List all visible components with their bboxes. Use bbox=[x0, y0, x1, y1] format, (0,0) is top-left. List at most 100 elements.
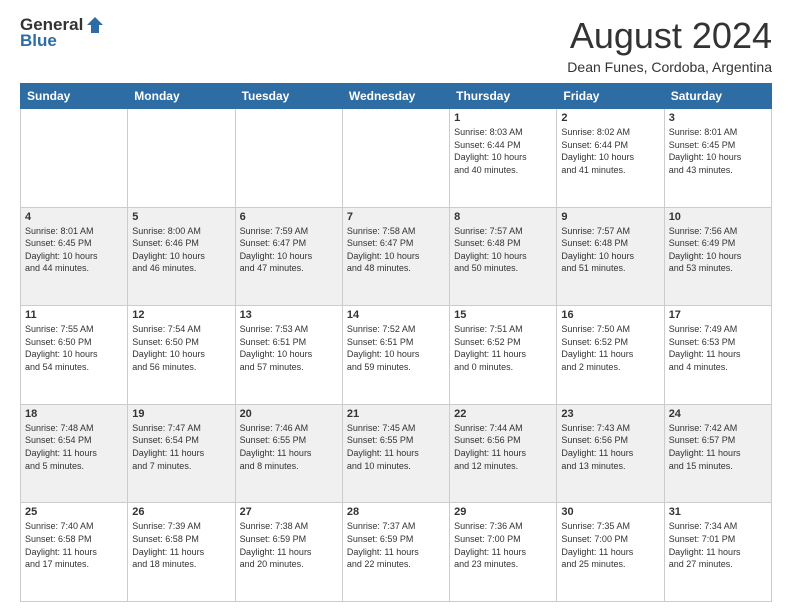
header-wednesday: Wednesday bbox=[342, 84, 449, 109]
calendar-cell: 4Sunrise: 8:01 AM Sunset: 6:45 PM Daylig… bbox=[21, 207, 128, 306]
day-info: Sunrise: 7:54 AM Sunset: 6:50 PM Dayligh… bbox=[132, 323, 230, 373]
day-number: 15 bbox=[454, 309, 552, 321]
calendar-cell: 24Sunrise: 7:42 AM Sunset: 6:57 PM Dayli… bbox=[664, 404, 771, 503]
calendar-page: General Blue August 2024 Dean Funes, Cor… bbox=[0, 0, 792, 612]
day-number: 30 bbox=[561, 506, 659, 518]
day-number: 28 bbox=[347, 506, 445, 518]
day-info: Sunrise: 7:45 AM Sunset: 6:55 PM Dayligh… bbox=[347, 422, 445, 472]
day-info: Sunrise: 7:57 AM Sunset: 6:48 PM Dayligh… bbox=[454, 225, 552, 275]
day-number: 6 bbox=[240, 211, 338, 223]
calendar-cell: 9 Sunrise: 7:57 AM Sunset: 6:48 PM Daylig… bbox=[557, 207, 664, 306]
calendar-cell bbox=[235, 109, 342, 208]
day-info: Sunrise: 8:00 AM Sunset: 6:46 PM Dayligh… bbox=[132, 225, 230, 275]
calendar-week-row: 11 Sunrise: 7:55 AM Sunset: 6:50 PM Dayli… bbox=[21, 306, 772, 405]
day-info: Sunrise: 8:01 AM Sunset: 6:45 PM Dayligh… bbox=[25, 225, 123, 275]
day-info: Sunrise: 7:34 AM Sunset: 7:01 PM Dayligh… bbox=[669, 520, 767, 570]
calendar-cell: 30 Sunrise: 7:35 AM Sunset: 7:00 PM Dayli… bbox=[557, 503, 664, 602]
day-info: Sunrise: 7:59 AM Sunset: 6:47 PM Dayligh… bbox=[240, 225, 338, 275]
day-info: Sunrise: 7:56 AM Sunset: 6:49 PM Dayligh… bbox=[669, 225, 767, 275]
header-tuesday: Tuesday bbox=[235, 84, 342, 109]
day-info: Sunrise: 7:39 AM Sunset: 6:58 PM Dayligh… bbox=[132, 520, 230, 570]
day-number: 14 bbox=[347, 309, 445, 321]
day-info: Sunrise: 7:40 AM Sunset: 6:58 PM Dayligh… bbox=[25, 520, 123, 570]
day-number: 7 bbox=[347, 211, 445, 223]
day-info: Sunrise: 7:51 AM Sunset: 6:52 PM Dayligh… bbox=[454, 323, 552, 373]
day-info: Sunrise: 7:37 AM Sunset: 6:59 PM Dayligh… bbox=[347, 520, 445, 570]
day-info: Sunrise: 7:55 AM Sunset: 6:50 PM Dayligh… bbox=[25, 323, 123, 373]
day-number: 29 bbox=[454, 506, 552, 518]
day-info: Sunrise: 7:36 AM Sunset: 7:00 PM Dayligh… bbox=[454, 520, 552, 570]
day-info: Sunrise: 7:35 AM Sunset: 7:00 PM Dayligh… bbox=[561, 520, 659, 570]
calendar-cell: 10 Sunrise: 7:56 AM Sunset: 6:49 PM Dayli… bbox=[664, 207, 771, 306]
day-number: 27 bbox=[240, 506, 338, 518]
day-info: Sunrise: 7:49 AM Sunset: 6:53 PM Dayligh… bbox=[669, 323, 767, 373]
day-number: 11 bbox=[25, 309, 123, 321]
calendar-header-row: Sunday Monday Tuesday Wednesday Thursday… bbox=[21, 84, 772, 109]
day-info: Sunrise: 8:03 AM Sunset: 6:44 PM Dayligh… bbox=[454, 126, 552, 176]
calendar-cell: 17 Sunrise: 7:49 AM Sunset: 6:53 PM Dayli… bbox=[664, 306, 771, 405]
calendar-cell: 12 Sunrise: 7:54 AM Sunset: 6:50 PM Dayli… bbox=[128, 306, 235, 405]
day-number: 16 bbox=[561, 309, 659, 321]
calendar-cell: 15 Sunrise: 7:51 AM Sunset: 6:52 PM Dayli… bbox=[450, 306, 557, 405]
day-number: 18 bbox=[25, 408, 123, 420]
header-thursday: Thursday bbox=[450, 84, 557, 109]
calendar-week-row: 1 Sunrise: 8:03 AM Sunset: 6:44 PM Daylig… bbox=[21, 109, 772, 208]
calendar-cell bbox=[21, 109, 128, 208]
day-info: Sunrise: 7:57 AM Sunset: 6:48 PM Dayligh… bbox=[561, 225, 659, 275]
day-info: Sunrise: 7:48 AM Sunset: 6:54 PM Dayligh… bbox=[25, 422, 123, 472]
day-info: Sunrise: 7:52 AM Sunset: 6:51 PM Dayligh… bbox=[347, 323, 445, 373]
calendar-cell: 1 Sunrise: 8:03 AM Sunset: 6:44 PM Daylig… bbox=[450, 109, 557, 208]
day-number: 24 bbox=[669, 408, 767, 420]
header: General Blue August 2024 Dean Funes, Cor… bbox=[20, 15, 772, 75]
month-title: August 2024 bbox=[567, 15, 772, 57]
calendar-week-row: 4Sunrise: 8:01 AM Sunset: 6:45 PM Daylig… bbox=[21, 207, 772, 306]
day-number: 13 bbox=[240, 309, 338, 321]
day-info: Sunrise: 8:01 AM Sunset: 6:45 PM Dayligh… bbox=[669, 126, 767, 176]
day-number: 21 bbox=[347, 408, 445, 420]
calendar-cell: 21 Sunrise: 7:45 AM Sunset: 6:55 PM Dayli… bbox=[342, 404, 449, 503]
day-number: 9 bbox=[561, 211, 659, 223]
calendar-cell: 25 Sunrise: 7:40 AM Sunset: 6:58 PM Dayli… bbox=[21, 503, 128, 602]
day-number: 25 bbox=[25, 506, 123, 518]
header-monday: Monday bbox=[128, 84, 235, 109]
day-number: 31 bbox=[669, 506, 767, 518]
calendar-cell: 8 Sunrise: 7:57 AM Sunset: 6:48 PM Daylig… bbox=[450, 207, 557, 306]
calendar-week-row: 25 Sunrise: 7:40 AM Sunset: 6:58 PM Dayli… bbox=[21, 503, 772, 602]
day-info: Sunrise: 7:38 AM Sunset: 6:59 PM Dayligh… bbox=[240, 520, 338, 570]
day-number: 10 bbox=[669, 211, 767, 223]
calendar-cell: 5Sunrise: 8:00 AM Sunset: 6:46 PM Daylig… bbox=[128, 207, 235, 306]
day-info: Sunrise: 7:47 AM Sunset: 6:54 PM Dayligh… bbox=[132, 422, 230, 472]
day-info: Sunrise: 7:46 AM Sunset: 6:55 PM Dayligh… bbox=[240, 422, 338, 472]
calendar-cell: 22 Sunrise: 7:44 AM Sunset: 6:56 PM Dayli… bbox=[450, 404, 557, 503]
calendar-cell bbox=[128, 109, 235, 208]
logo-blue-text: Blue bbox=[20, 31, 57, 51]
calendar-cell: 20 Sunrise: 7:46 AM Sunset: 6:55 PM Dayli… bbox=[235, 404, 342, 503]
calendar-cell: 29 Sunrise: 7:36 AM Sunset: 7:00 PM Dayli… bbox=[450, 503, 557, 602]
day-info: Sunrise: 7:58 AM Sunset: 6:47 PM Dayligh… bbox=[347, 225, 445, 275]
day-number: 22 bbox=[454, 408, 552, 420]
calendar-cell: 28 Sunrise: 7:37 AM Sunset: 6:59 PM Dayli… bbox=[342, 503, 449, 602]
calendar-cell: 16 Sunrise: 7:50 AM Sunset: 6:52 PM Dayli… bbox=[557, 306, 664, 405]
calendar-cell: 3Sunrise: 8:01 AM Sunset: 6:45 PM Daylig… bbox=[664, 109, 771, 208]
day-info: Sunrise: 7:50 AM Sunset: 6:52 PM Dayligh… bbox=[561, 323, 659, 373]
day-number: 19 bbox=[132, 408, 230, 420]
calendar-week-row: 18 Sunrise: 7:48 AM Sunset: 6:54 PM Dayli… bbox=[21, 404, 772, 503]
day-number: 1 bbox=[454, 112, 552, 124]
header-sunday: Sunday bbox=[21, 84, 128, 109]
calendar-cell: 11 Sunrise: 7:55 AM Sunset: 6:50 PM Dayli… bbox=[21, 306, 128, 405]
calendar-table: Sunday Monday Tuesday Wednesday Thursday… bbox=[20, 83, 772, 602]
day-info: Sunrise: 7:43 AM Sunset: 6:56 PM Dayligh… bbox=[561, 422, 659, 472]
header-saturday: Saturday bbox=[664, 84, 771, 109]
calendar-cell: 26 Sunrise: 7:39 AM Sunset: 6:58 PM Dayli… bbox=[128, 503, 235, 602]
logo-icon bbox=[85, 15, 105, 35]
header-friday: Friday bbox=[557, 84, 664, 109]
day-info: Sunrise: 7:44 AM Sunset: 6:56 PM Dayligh… bbox=[454, 422, 552, 472]
day-number: 12 bbox=[132, 309, 230, 321]
day-number: 8 bbox=[454, 211, 552, 223]
calendar-cell: 6 Sunrise: 7:59 AM Sunset: 6:47 PM Daylig… bbox=[235, 207, 342, 306]
day-number: 26 bbox=[132, 506, 230, 518]
calendar-cell: 14 Sunrise: 7:52 AM Sunset: 6:51 PM Dayli… bbox=[342, 306, 449, 405]
day-number: 20 bbox=[240, 408, 338, 420]
day-number: 17 bbox=[669, 309, 767, 321]
calendar-cell: 23Sunrise: 7:43 AM Sunset: 6:56 PM Dayli… bbox=[557, 404, 664, 503]
